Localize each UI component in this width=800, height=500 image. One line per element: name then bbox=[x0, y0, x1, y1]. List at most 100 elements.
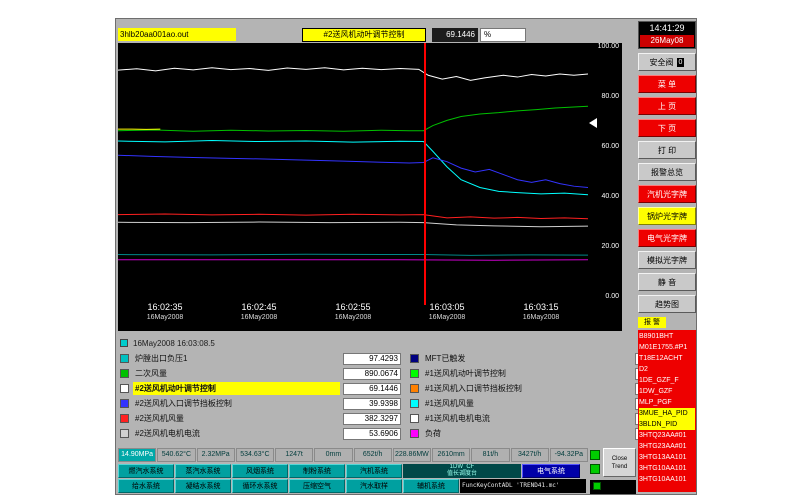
system-nav-button[interactable]: 燃汽水系统 bbox=[118, 464, 174, 478]
alarm-tag-item[interactable]: T18E12ACHT bbox=[639, 353, 695, 364]
status-value: 534.63°C bbox=[236, 448, 274, 462]
chart-cursor[interactable] bbox=[424, 43, 426, 305]
time-text: 16:03:05 bbox=[429, 301, 466, 313]
legend-row[interactable]: #2送风机风量 382.3297 bbox=[118, 411, 404, 426]
system-nav-button[interactable]: 辅机系统 bbox=[403, 479, 459, 493]
system-nav-button-extra[interactable]: 电气系统 bbox=[522, 464, 580, 478]
system-nav-button[interactable]: 凝结水系统 bbox=[175, 479, 231, 493]
alarm-tag-list: B8901BHT M01E1755.#P1 T18E12ACHT D2 1DE_… bbox=[638, 330, 696, 492]
close-trend-button[interactable]: Close Trend bbox=[603, 448, 636, 477]
y-axis-label: 60.00 bbox=[598, 143, 619, 151]
system-nav-button[interactable]: 汽机系统 bbox=[346, 464, 402, 478]
trend-chart[interactable]: 16:02:35 16May2008 16:02:45 16May2008 16… bbox=[118, 43, 588, 331]
time-text: 16:02:45 bbox=[241, 301, 278, 313]
time-axis: 16:02:35 16May2008 16:02:45 16May2008 16… bbox=[118, 301, 588, 331]
sidebar-button[interactable]: 下 页 bbox=[638, 119, 696, 137]
sidebar-button[interactable]: 汽机光字牌 bbox=[638, 185, 696, 203]
sidebar-button[interactable]: 模拟光字牌 bbox=[638, 251, 696, 269]
alarm-tag-item[interactable]: MLP_PGF bbox=[639, 397, 695, 408]
system-nav-button[interactable]: 制粉系统 bbox=[289, 464, 345, 478]
time-text: 16:03:15 bbox=[523, 301, 560, 313]
system-nav-button[interactable]: 压缩空气 bbox=[289, 479, 345, 493]
clock-time: 14:41:29 bbox=[639, 22, 695, 35]
pen-color-marker-icon bbox=[120, 369, 129, 378]
alarm-tag-item[interactable]: 3HTQ23AA#01 bbox=[639, 430, 695, 441]
system-nav-button[interactable]: 给水系统 bbox=[118, 479, 174, 493]
alarm-tag-item[interactable]: 3HTG10AA101 bbox=[639, 474, 695, 485]
pen-color-marker-icon bbox=[410, 429, 419, 438]
system-nav-button[interactable]: 汽水取样 bbox=[346, 479, 402, 493]
alarm-tag-item[interactable]: 3HTG13AA101 bbox=[639, 452, 695, 463]
green-indicator-icon bbox=[590, 450, 600, 460]
alarm-tag-item[interactable]: B8901BHT bbox=[639, 331, 695, 342]
clock-panel: 14:41:29 26May08 bbox=[638, 21, 696, 49]
pen-label: 炉膛出口负压1 bbox=[133, 352, 340, 365]
sidebar-button[interactable]: 电气光字牌 bbox=[638, 229, 696, 247]
trend-file-label: 3hlb20aa001ao.out bbox=[118, 28, 236, 41]
legend-row[interactable]: #2送风机电机电流 53.6906 bbox=[118, 426, 404, 441]
sidebar-button-label: 安全阀 bbox=[650, 58, 674, 67]
trend-pen-value: 69.1446 bbox=[432, 28, 478, 42]
sidebar-button-label: 静 音 bbox=[658, 278, 676, 287]
pen-label: 二次风量 bbox=[133, 367, 340, 380]
status-value: -94.32Pa bbox=[550, 448, 588, 462]
sidebar-button-label: 汽机光字牌 bbox=[647, 190, 687, 199]
y-axis-label: 0.00 bbox=[598, 293, 619, 301]
pen-value: 69.1446 bbox=[343, 383, 401, 395]
trend-pen-title: #2送风机动叶调节控制 bbox=[302, 28, 426, 42]
sidebar-button[interactable]: 静 音 bbox=[638, 273, 696, 291]
sidebar-button[interactable]: 报警总览 bbox=[638, 163, 696, 181]
pen-color-marker-icon bbox=[120, 429, 129, 438]
system-nav-button[interactable]: 风烟系统 bbox=[232, 464, 288, 478]
alarm-tag-item[interactable]: 3BLDN_PID bbox=[639, 419, 695, 430]
sidebar-button[interactable]: 上 页 bbox=[638, 97, 696, 115]
pen-label: 负荷 bbox=[423, 427, 632, 440]
alarm-tag-item[interactable]: 1DW_GZF bbox=[639, 386, 695, 397]
station-info-panel: 1DW_CF 值长调度台 bbox=[403, 464, 521, 478]
status-value: 1247t bbox=[275, 448, 313, 462]
sidebar-button[interactable]: 菜 单 bbox=[638, 75, 696, 93]
alarm-tag-item[interactable]: 3MUE_HA_PID bbox=[639, 408, 695, 419]
pen-color-marker-icon bbox=[120, 354, 129, 363]
console-message: FuncKeyContADL 'TREND41.mc' bbox=[460, 479, 586, 493]
date-text: 16May2008 bbox=[429, 313, 466, 322]
sidebar-button[interactable]: 安全阀0 bbox=[638, 53, 696, 71]
alarm-tag-item[interactable]: M01E1755.#P1 bbox=[639, 342, 695, 353]
date-text: 16May2008 bbox=[335, 313, 372, 322]
date-text: 16May2008 bbox=[523, 313, 560, 322]
right-sidebar: 14:41:29 26May08 安全阀0 菜 单 上 页 下 页 bbox=[638, 21, 696, 494]
alarm-tag-item[interactable]: 1DE_GZF_F bbox=[639, 375, 695, 386]
trend-line-red bbox=[118, 214, 588, 219]
nav-row-2: 给水系统 凝结水系统 循环水系统 压缩空气 汽水取样 辅机系统 FuncKeyC… bbox=[118, 479, 586, 493]
legend-row[interactable]: #2送风机入口调节挡板控制 39.9398 bbox=[118, 396, 404, 411]
bottom-right-cluster: Close Trend bbox=[590, 448, 636, 494]
sidebar-button[interactable]: 锅炉光字牌 bbox=[638, 207, 696, 225]
alarm-tag-item[interactable]: 3HTG23AA#01 bbox=[639, 441, 695, 452]
pen-label: #1送风机电机电流 bbox=[423, 412, 632, 425]
alarm-tag-item[interactable]: 3HTG10AA101 bbox=[639, 463, 695, 474]
nav-row-1: 燃汽水系统 蒸汽水系统 风烟系统 制粉系统 汽机系统 1DW_CF 值长调度台 … bbox=[118, 464, 580, 478]
pen-value: 890.0674 bbox=[343, 368, 401, 380]
dcs-trend-window: 3hlb20aa001ao.out #2送风机动叶调节控制 69.1446 % … bbox=[115, 18, 697, 495]
sidebar-button-label: 报警总览 bbox=[651, 168, 683, 177]
pen-label: #2送风机入口调节挡板控制 bbox=[133, 397, 340, 410]
alarm-tag-item[interactable]: D2 bbox=[639, 364, 695, 375]
sidebar-button[interactable]: 趋势图 bbox=[638, 295, 696, 313]
legend-row[interactable]: 二次风量 890.0674 bbox=[118, 366, 404, 381]
system-nav-button[interactable]: 循环水系统 bbox=[232, 479, 288, 493]
system-nav-button[interactable]: 蒸汽水系统 bbox=[175, 464, 231, 478]
time-axis-label: 16:03:05 16May2008 bbox=[429, 301, 466, 322]
sidebar-button[interactable]: 打 印 bbox=[638, 141, 696, 159]
time-axis-label: 16:02:45 16May2008 bbox=[241, 301, 278, 322]
legend-row[interactable]: #2送风机动叶调节控制 69.1446 bbox=[118, 381, 404, 396]
pen-color-marker-icon bbox=[410, 399, 419, 408]
status-value: 540.62°C bbox=[157, 448, 195, 462]
status-value: 0mm bbox=[314, 448, 352, 462]
pen-value: 39.9398 bbox=[343, 398, 401, 410]
pen-color-marker-icon bbox=[410, 354, 419, 363]
legend-row[interactable]: 炉膛出口负压1 97.4293 bbox=[118, 351, 404, 366]
time-text: 16:02:35 bbox=[147, 301, 184, 313]
pen-color-marker-icon bbox=[120, 414, 129, 423]
sidebar-button-label: 下 页 bbox=[658, 124, 676, 133]
pen-color-marker-icon bbox=[120, 384, 129, 393]
